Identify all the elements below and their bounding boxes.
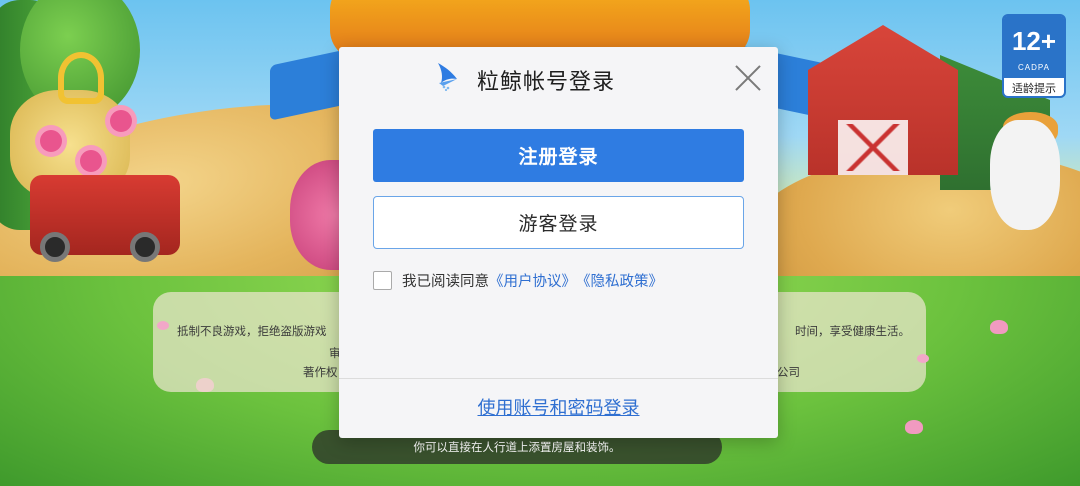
login-dialog: 粒鲸帐号登录 注册登录 游客登录 我已阅读同意 《用户协议》 《隐私政策》 使用… [339,47,778,438]
notice-line1-right: 时间，享受健康生活。 [795,324,910,338]
age-rating-number: 12+ [1011,26,1057,56]
agreement-row: 我已阅读同意 《用户协议》 《隐私政策》 [373,269,663,291]
account-password-login-link[interactable]: 使用账号和密码登录 [339,394,778,420]
register-login-button[interactable]: 注册登录 [373,129,744,182]
barn-door [838,120,908,175]
harp-decoration [58,52,104,104]
heart-decoration [905,420,923,434]
privacy-policy-link[interactable]: 《隐私政策》 [576,270,663,291]
heart-icon [917,354,929,363]
user-agreement-link[interactable]: 《用户协议》 [489,270,576,291]
notice-line1-left: 抵制不良游戏，拒绝盗版游戏 [177,324,327,338]
guest-login-button[interactable]: 游客登录 [373,196,744,249]
truck-wheel [130,232,160,262]
agreement-checkbox[interactable] [373,270,392,290]
dialog-header: 粒鲸帐号登录 [339,47,778,109]
notice-line3-left: 著作权 [303,365,338,379]
flower-decoration [40,130,62,152]
notice-line3-right: 公司 [777,365,800,379]
age-rating-org: CADPA [1018,63,1050,72]
chick-archer [990,120,1060,230]
flower-decoration [110,110,132,132]
tip-text: 你可以直接在人行道上添置房屋和装饰。 [413,440,621,454]
dialog-divider [339,378,778,379]
age-rating-top: 12+ CADPA [1004,16,1064,78]
heart-icon [157,321,169,330]
truck-wheel [40,232,70,262]
whale-logo-icon [438,63,457,91]
close-icon[interactable] [733,63,763,93]
age-rating-badge: 12+ CADPA 适龄提示 [1002,14,1066,98]
agreement-prefix: 我已阅读同意 [402,273,489,290]
flower-decoration [80,150,102,172]
age-rating-label: 适龄提示 [1012,82,1056,95]
heart-decoration [990,320,1008,334]
dialog-title: 粒鲸帐号登录 [477,70,616,95]
